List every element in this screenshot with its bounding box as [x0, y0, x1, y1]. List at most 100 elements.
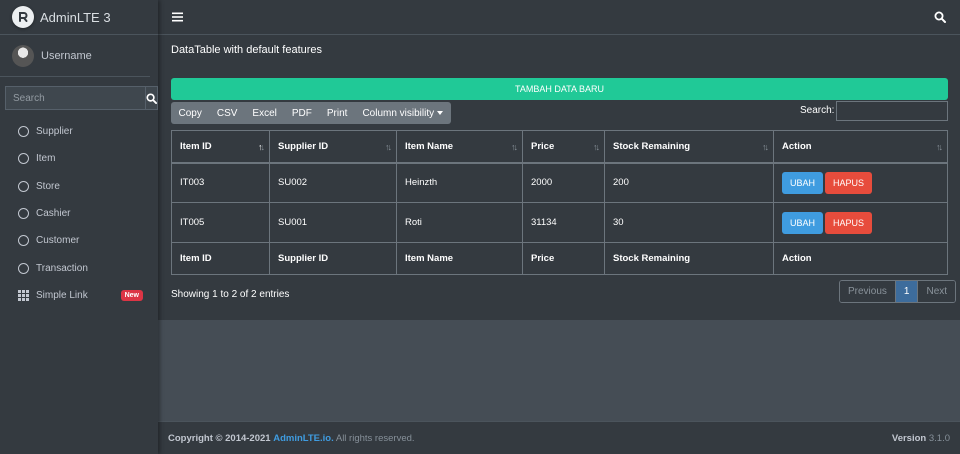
column-header-price[interactable]: Price ↑↓	[522, 130, 605, 164]
grid-icon	[18, 289, 29, 301]
table-row: IT005 SU001 Roti 31134 30 UBAH HAPUS	[171, 202, 948, 243]
sidebar-item-customer[interactable]: Customer	[0, 227, 158, 254]
sort-icon: ↑↓	[762, 142, 769, 152]
sidebar-item-label: Customer	[36, 235, 80, 247]
brand-logo-icon	[12, 6, 34, 28]
table-search-input[interactable]	[836, 101, 948, 121]
sidebar-item-item[interactable]: Item	[0, 145, 158, 172]
brand-title: AdminLTE 3	[40, 9, 111, 25]
sidebar-item-label: Store	[36, 180, 60, 192]
sidebar-item-label: Simple Link	[36, 289, 88, 301]
sidebar-search	[5, 86, 158, 110]
next-page-button[interactable]: Next	[918, 281, 956, 302]
sort-asc-icon: ↑↓	[258, 142, 265, 152]
cell-supplier-id: SU001	[269, 202, 397, 243]
footer-copyright: Copyright © 2014-2021 AdminLTE.io. All r…	[168, 433, 415, 444]
print-button[interactable]: Print	[319, 102, 355, 124]
sort-icon: ↑↓	[936, 142, 943, 152]
column-header-label: Supplier ID	[278, 140, 329, 152]
column-header-label: Item Name	[405, 140, 454, 152]
cell-item-id: IT005	[171, 202, 270, 243]
cell-supplier-id: SU002	[269, 162, 397, 203]
copyright-text: Copyright © 2014-2021	[168, 432, 271, 444]
column-header-label: Stock Remaining	[613, 140, 691, 152]
version-label: Version	[891, 432, 927, 444]
sort-icon: ↑↓	[593, 142, 600, 152]
page-footer: Copyright © 2014-2021 AdminLTE.io. All r…	[158, 421, 960, 454]
table-search-label: Search:	[800, 105, 835, 116]
table-row: IT003 SU002 Heinzth 2000 200 UBAH HAPUS	[171, 162, 948, 203]
sidebar-item-cashier[interactable]: Cashier	[0, 200, 158, 227]
circle-icon	[18, 262, 29, 274]
circle-icon	[18, 126, 29, 138]
column-visibility-label: Column visibility	[362, 107, 435, 119]
circle-icon	[18, 208, 29, 220]
sidebar-nav: Supplier Item Store Cashier Customer Tra…	[0, 118, 158, 309]
cell-price: 31134	[522, 202, 605, 243]
pagination: Previous 1 Next	[839, 280, 957, 303]
footer-version: Version 3.1.0	[892, 433, 950, 444]
edit-button[interactable]: UBAH	[782, 171, 824, 194]
footer-header-price: Price	[522, 242, 605, 275]
sidebar-item-transaction[interactable]: Transaction	[0, 254, 158, 281]
previous-page-button[interactable]: Previous	[840, 281, 895, 302]
sidebar-item-label: Supplier	[36, 126, 73, 138]
new-badge: New	[120, 289, 143, 301]
search-icon	[146, 92, 157, 104]
column-header-stock-remaining[interactable]: Stock Remaining ↑↓	[604, 130, 774, 164]
excel-button[interactable]: Excel	[245, 102, 284, 124]
pdf-button[interactable]: PDF	[284, 102, 319, 124]
delete-button[interactable]: HAPUS	[825, 171, 873, 194]
hamburger-menu-icon[interactable]	[172, 12, 183, 22]
export-button-group: Copy CSV Excel PDF Print Column visibili…	[171, 102, 451, 124]
sidebar-item-store[interactable]: Store	[0, 173, 158, 200]
footer-header-supplier-id: Supplier ID	[269, 242, 397, 275]
search-icon[interactable]	[934, 11, 946, 23]
top-navbar	[158, 0, 960, 35]
column-header-item-id[interactable]: Item ID ↑↓	[171, 130, 270, 164]
user-panel[interactable]: Username	[0, 35, 150, 77]
column-header-action[interactable]: Action ↑↓	[773, 130, 948, 164]
column-header-label: Item ID	[180, 140, 212, 152]
page-1-button[interactable]: 1	[894, 281, 919, 302]
rights-text: All rights reserved.	[335, 432, 415, 444]
cell-stock: 200	[604, 162, 774, 203]
edit-button[interactable]: UBAH	[782, 211, 824, 234]
sidebar-search-button[interactable]	[145, 86, 158, 110]
cell-item-id: IT003	[171, 162, 270, 203]
sidebar-item-label: Cashier	[36, 208, 71, 220]
caret-down-icon	[437, 111, 444, 115]
cell-item-name: Roti	[396, 202, 523, 243]
cell-price: 2000	[522, 162, 605, 203]
data-table: Item ID ↑↓ Supplier ID ↑↓ Item Name ↑↓ Pric…	[171, 130, 948, 275]
version-number: 3.1.0	[928, 432, 950, 444]
cell-stock: 30	[604, 202, 774, 243]
sidebar-item-simple-link[interactable]: Simple Link New	[0, 282, 158, 309]
column-header-supplier-id[interactable]: Supplier ID ↑↓	[269, 130, 397, 164]
cell-action: UBAH HAPUS	[773, 202, 948, 243]
cell-item-name: Heinzth	[396, 162, 523, 203]
column-header-label: Price	[531, 140, 555, 152]
footer-header-item-name: Item Name	[396, 242, 523, 275]
brand-link[interactable]: AdminLTE 3	[0, 0, 158, 35]
sidebar-item-label: Item	[36, 153, 56, 165]
sort-icon: ↑↓	[385, 142, 392, 152]
delete-button[interactable]: HAPUS	[825, 211, 873, 234]
main-card: DataTable with default features TAMBAH D…	[158, 35, 960, 320]
circle-icon	[18, 235, 29, 247]
column-header-label: Action	[782, 140, 812, 152]
sidebar-item-supplier[interactable]: Supplier	[0, 118, 158, 145]
sidebar-search-input[interactable]	[5, 86, 145, 110]
csv-button[interactable]: CSV	[209, 102, 245, 124]
table-footer-row: Item ID Supplier ID Item Name Price Stoc…	[171, 242, 948, 275]
footer-header-stock-remaining: Stock Remaining	[604, 242, 774, 275]
column-header-item-name[interactable]: Item Name ↑↓	[396, 130, 523, 164]
table-header-row: Item ID ↑↓ Supplier ID ↑↓ Item Name ↑↓ Pric…	[171, 130, 948, 164]
add-new-data-button[interactable]: TAMBAH DATA BARU	[171, 78, 948, 100]
avatar	[12, 44, 34, 67]
adminlte-link[interactable]: AdminLTE.io.	[273, 433, 334, 444]
column-visibility-button[interactable]: Column visibility	[355, 102, 451, 124]
copy-button[interactable]: Copy	[171, 102, 209, 124]
footer-header-item-id: Item ID	[171, 242, 270, 275]
card-title: DataTable with default features	[171, 44, 323, 56]
